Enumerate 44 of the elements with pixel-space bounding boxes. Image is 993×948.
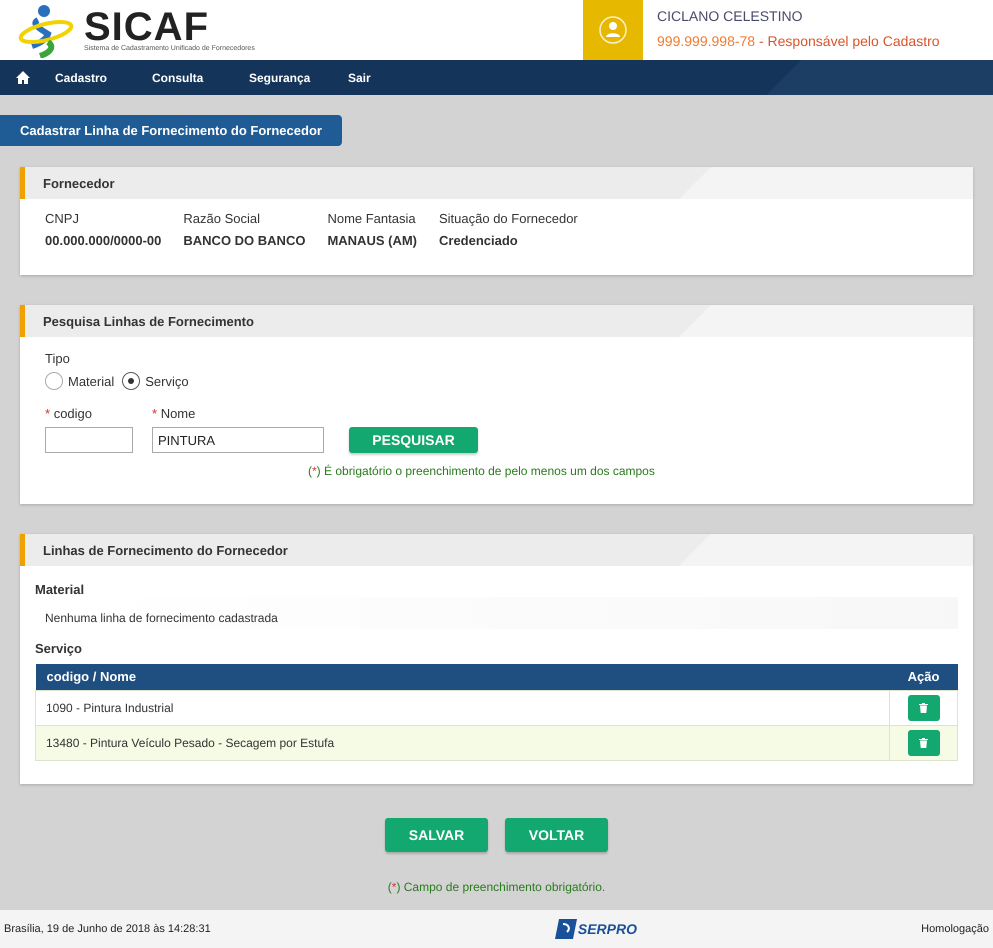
field-value: MANAUS (AM) <box>327 233 417 248</box>
nav-link[interactable]: Segurança <box>249 70 348 84</box>
field-label: Situação do Fornecedor <box>439 211 578 226</box>
column-header: codigo / Nome <box>36 664 890 690</box>
table-cell: 1090 - Pintura Industrial <box>36 690 890 725</box>
required-note: (*) Campo de preenchimento obrigatório. <box>388 880 606 894</box>
field-label: Razão Social <box>183 211 261 226</box>
radio-option[interactable]: Material <box>45 372 114 390</box>
table-cell: 13480 - Pintura Veículo Pesado - Secagem por Estufa <box>36 725 890 760</box>
field-value: BANCO DO BANCO <box>183 233 306 248</box>
brand-name: SERPRO <box>578 921 637 937</box>
column-header: Ação <box>890 664 958 690</box>
user-name: CICLANO CELESTINO <box>657 8 804 24</box>
trash-icon <box>919 702 928 712</box>
trash-icon <box>919 738 928 748</box>
delete-button[interactable] <box>908 694 940 720</box>
subsection-label: Serviço <box>35 641 83 656</box>
name-input[interactable]: PINTURA <box>152 427 324 453</box>
radio-option[interactable]: Serviço <box>122 372 189 390</box>
required-note: (*) É obrigatório o preenchimento de pelo menos um dos campos <box>308 464 655 478</box>
logo-title: SICAF <box>84 8 209 44</box>
field-label: Nome Fantasia <box>327 211 417 226</box>
brand-icon <box>554 919 577 939</box>
page-title: Cadastrar Linha de Fornecimento do Fornecedor <box>0 115 342 146</box>
delete-button[interactable] <box>908 730 940 756</box>
subsection-label: Material <box>35 582 86 597</box>
nav-link[interactable]: Sair <box>348 70 408 84</box>
field-value: Credenciado <box>439 233 519 248</box>
nav-link[interactable]: Cadastro <box>55 70 152 84</box>
datetime: Brasília, 19 de Junho de 2018 às 14:28:31 <box>4 923 211 935</box>
code-input[interactable] <box>45 427 133 453</box>
logo-icon <box>18 2 76 58</box>
field-label: * codigo <box>45 406 93 421</box>
section-header: Linhas de Fornecimento do Fornecedor <box>20 534 973 566</box>
field-label: CNPJ <box>45 211 80 226</box>
section-header: Pesquisa Linhas de Fornecimento <box>20 305 973 337</box>
user-role: 999.999.998-78 - Responsável pelo Cadastro <box>657 33 940 49</box>
nav-link[interactable]: Consulta <box>152 70 249 84</box>
field-label: Tipo <box>45 351 70 366</box>
home-icon[interactable] <box>16 71 30 84</box>
field-value: 00.000.000/0000-00 <box>45 233 162 248</box>
field-label: * Nome <box>152 406 196 421</box>
section-header: Fornecedor <box>20 167 973 199</box>
environment-label: Homologação <box>921 923 989 935</box>
